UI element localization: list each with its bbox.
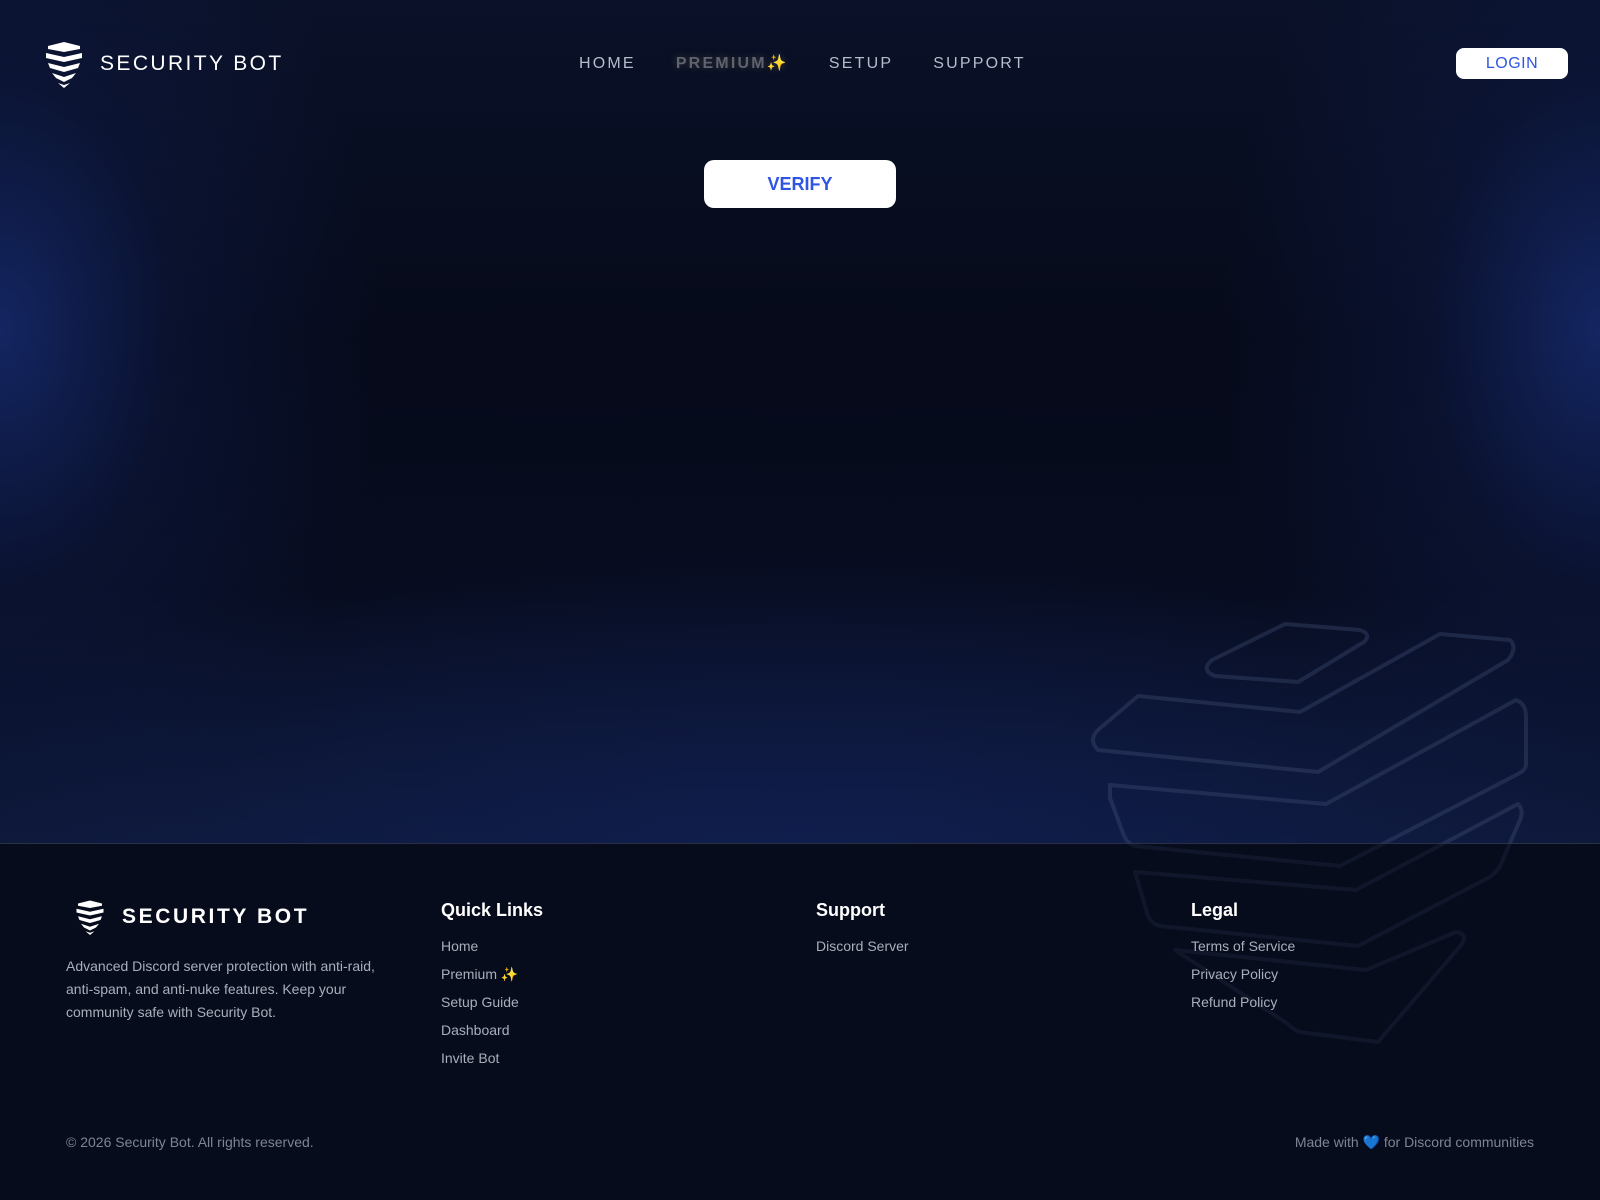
nav-support[interactable]: SUPPORT	[933, 52, 1025, 76]
nav-setup[interactable]: SETUP	[829, 52, 893, 76]
shield-logo-icon	[76, 900, 104, 935]
footer-link-setup-guide[interactable]: Setup Guide	[441, 994, 519, 1010]
brand-home-link[interactable]: SECURITY BOT	[40, 40, 284, 88]
footer-link-discord-server[interactable]: Discord Server	[816, 938, 909, 954]
footer-brand-name: SECURITY BOT	[122, 905, 310, 928]
footer-support: Support Discord Server	[816, 898, 909, 964]
shield-logo-icon	[46, 42, 82, 88]
main-nav: HOME PREMIUM✨ SETUP SUPPORT	[579, 52, 1026, 76]
support-heading: Support	[816, 900, 885, 920]
copyright-text: © 2026 Security Bot. All rights reserved…	[66, 1134, 314, 1150]
footer-bottom-bar: © 2026 Security Bot. All rights reserved…	[66, 1134, 1534, 1151]
brand-name: SECURITY BOT	[100, 52, 284, 75]
footer-legal: Legal Terms of Service Privacy Policy Re…	[1191, 898, 1295, 1020]
legal-heading: Legal	[1191, 900, 1239, 920]
footer-link-privacy[interactable]: Privacy Policy	[1191, 966, 1278, 982]
login-button[interactable]: LOGIN	[1456, 48, 1568, 79]
nav-premium-label: PREMIUM	[675, 55, 767, 72]
made-with-text: Made with 💙 for Discord communities	[1295, 1134, 1534, 1151]
footer-link-refund[interactable]: Refund Policy	[1191, 994, 1277, 1010]
sparkle-icon: ✨	[766, 55, 789, 72]
footer-description: Advanced Discord server protection with …	[66, 958, 375, 1020]
nav-home[interactable]: HOME	[579, 52, 636, 76]
site-footer: SECURITY BOT Advanced Discord server pro…	[0, 843, 1600, 1200]
verify-button[interactable]: VERIFY	[704, 160, 896, 208]
nav-premium[interactable]: PREMIUM✨	[676, 52, 789, 76]
footer-link-premium[interactable]: Premium ✨	[441, 966, 518, 982]
made-with-suffix: for Discord communities	[1379, 1134, 1534, 1150]
footer-link-home[interactable]: Home	[441, 938, 478, 954]
footer-link-terms[interactable]: Terms of Service	[1191, 938, 1295, 954]
made-with-prefix: Made with	[1294, 1134, 1363, 1150]
background-glow	[0, 0, 1600, 843]
footer-link-dashboard[interactable]: Dashboard	[441, 1022, 510, 1038]
footer-quick-links: Quick Links Home Premium ✨ Setup Guide D…	[441, 898, 543, 1076]
heart-icon: 💙	[1362, 1134, 1380, 1150]
footer-brand: SECURITY BOT	[72, 899, 309, 935]
footer-link-invite-bot[interactable]: Invite Bot	[441, 1050, 499, 1066]
site-header: SECURITY BOT HOME PREMIUM✨ SETUP SUPPORT…	[0, 0, 1600, 126]
quick-links-heading: Quick Links	[441, 900, 544, 920]
